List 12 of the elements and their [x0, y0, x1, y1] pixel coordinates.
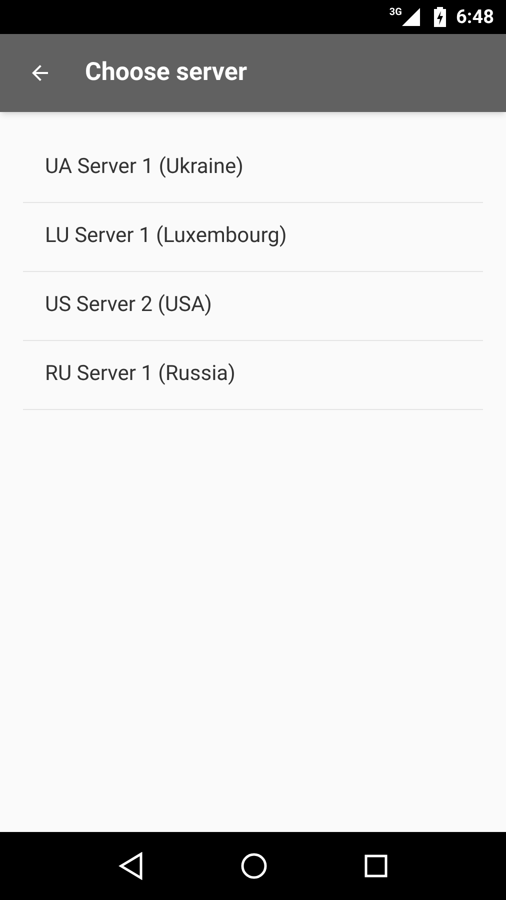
server-item[interactable]: RU Server 1 (Russia): [23, 341, 483, 410]
server-item[interactable]: UA Server 1 (Ukraine): [23, 134, 483, 203]
recents-nav-icon[interactable]: [364, 854, 388, 878]
screen-title: Choose server: [85, 57, 248, 90]
battery-icon: [434, 7, 446, 27]
back-nav-icon[interactable]: [118, 852, 144, 880]
server-item[interactable]: US Server 2 (USA): [23, 272, 483, 341]
server-item[interactable]: LU Server 1 (Luxembourg): [23, 203, 483, 272]
network-type: 3G: [389, 6, 402, 20]
signal-icon: [402, 8, 420, 26]
home-nav-icon[interactable]: [240, 852, 268, 880]
clock: 6:48: [456, 4, 494, 30]
